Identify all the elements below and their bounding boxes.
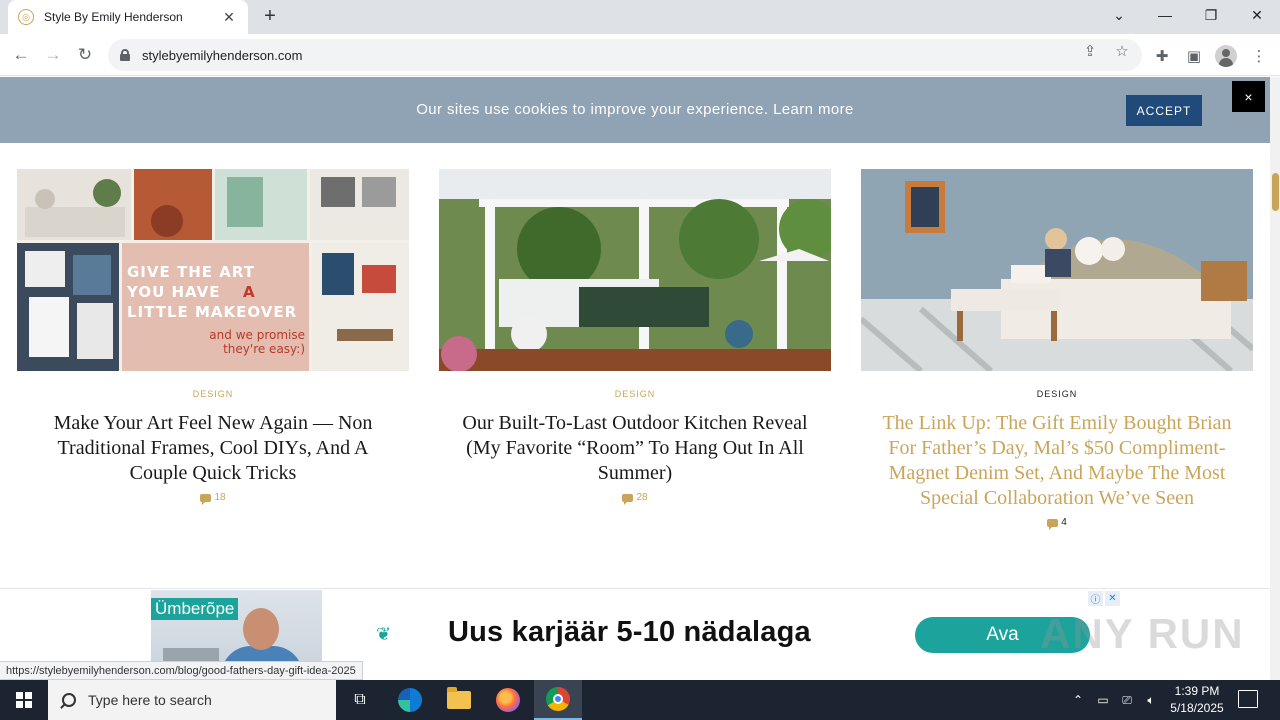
comment-icon	[622, 493, 634, 505]
ad-logo-icon: ❦	[376, 624, 392, 644]
tab-close-icon[interactable]: ✕	[220, 9, 238, 26]
comment-count-value: 18	[214, 492, 226, 503]
collage-line-2: YOU HAVE	[126, 283, 220, 301]
ad-headline[interactable]: Uus karjäär 5-10 nädalaga	[448, 616, 811, 649]
profile-avatar-icon[interactable]	[1215, 45, 1237, 67]
article-card[interactable]: DESIGN Our Built-To-Last Outdoor Kitchen…	[439, 169, 831, 505]
tab-search-chevron-icon[interactable]: ⌄	[1096, 0, 1142, 30]
taskbar-search-placeholder: Type here to search	[88, 692, 212, 708]
collage-line-5: and we promise	[209, 328, 305, 342]
article-card[interactable]: GIVE THE ART YOU HAVE A LITTLE MAKEOVER …	[17, 169, 409, 505]
url-text[interactable]: stylebyemilyhenderson.com	[142, 48, 302, 63]
browser-tab-bar: ◎ Style By Emily Henderson ✕ + ⌄ — ❐ ✕	[0, 0, 1280, 34]
collage-line-4: LITTLE MAKEOVER	[127, 303, 297, 321]
address-bar[interactable]: stylebyemilyhenderson.com	[108, 39, 1142, 71]
firefox-icon	[496, 688, 520, 712]
clock-date: 5/18/2025	[1170, 701, 1224, 715]
search-icon	[62, 693, 76, 707]
comment-icon	[200, 493, 212, 505]
learn-more-link[interactable]: Learn more	[773, 101, 854, 118]
task-view-icon: ⧉	[354, 691, 366, 708]
watermark: ANY RUN	[1040, 610, 1245, 657]
restore-icon[interactable]: ❐	[1188, 0, 1234, 30]
folder-icon	[447, 687, 471, 709]
taskbar-search-box[interactable]: Type here to search	[48, 680, 336, 720]
comment-icon	[1047, 518, 1059, 530]
bedroom-image	[861, 169, 1253, 371]
collage-line-1: GIVE THE ART	[127, 263, 255, 281]
comment-count[interactable]: 18	[17, 492, 409, 505]
article-category[interactable]: DESIGN	[861, 389, 1253, 399]
collage-line-3: A	[243, 283, 255, 301]
page-scrollbar[interactable]	[1270, 77, 1280, 680]
outdoor-kitchen-image	[439, 169, 831, 371]
back-arrow-icon[interactable]: ←	[8, 42, 34, 68]
taskbar: Type here to search ⧉ ⌃ ▭ ⎚ 🔈︎ 1:39 PM 5…	[0, 680, 1280, 720]
chrome-icon	[546, 687, 570, 711]
share-icon[interactable]: ⇪	[1081, 42, 1099, 60]
ad-info-icon[interactable]: ⓘ	[1088, 591, 1103, 606]
browser-toolbar: ← → ↻ stylebyemilyhenderson.com ⇪ ☆ ✚ ▣ …	[0, 34, 1280, 76]
article-title-hovered[interactable]: The Link Up: The Gift Emily Bought Brian…	[877, 411, 1237, 511]
ad-close-icon[interactable]: ✕	[1105, 591, 1120, 606]
notification-icon[interactable]	[1238, 690, 1258, 708]
section-divider	[0, 588, 1270, 589]
side-panel-icon[interactable]: ▣	[1184, 46, 1204, 66]
cookie-banner: Our sites use cookies to improve your ex…	[0, 77, 1270, 143]
firefox-app[interactable]	[484, 680, 532, 720]
task-view-button[interactable]: ⧉	[336, 680, 384, 720]
art-collage-image: GIVE THE ART YOU HAVE A LITTLE MAKEOVER …	[17, 169, 409, 371]
cookie-message: Our sites use cookies to improve your ex…	[416, 101, 769, 118]
windows-logo-icon	[16, 692, 32, 708]
extensions-puzzle-icon[interactable]: ✚	[1152, 46, 1172, 66]
page-viewport: Our sites use cookies to improve your ex…	[0, 77, 1270, 680]
volume-icon[interactable]: 🔈︎	[1143, 692, 1159, 708]
article-category[interactable]: DESIGN	[439, 389, 831, 399]
article-image-bedroom[interactable]	[861, 169, 1253, 371]
forward-arrow-icon[interactable]: →	[40, 42, 66, 68]
scroll-thumb[interactable]	[1272, 173, 1279, 211]
comment-count-value: 28	[636, 492, 648, 503]
article-title[interactable]: Our Built-To-Last Outdoor Kitchen Reveal…	[455, 411, 815, 486]
tray-chevron-up-icon[interactable]: ⌃	[1070, 692, 1086, 708]
reload-icon[interactable]: ↻	[72, 42, 98, 68]
accept-button[interactable]: ACCEPT	[1126, 95, 1202, 126]
ad-brand: Ümberõpe	[151, 598, 239, 620]
system-clock[interactable]: 1:39 PM 5/18/2025	[1160, 683, 1234, 717]
tray-device-icon[interactable]: ▭	[1095, 692, 1111, 708]
menu-kebab-icon[interactable]: ⋮	[1249, 46, 1269, 66]
bookmark-star-icon[interactable]: ☆	[1113, 42, 1131, 60]
clock-time: 1:39 PM	[1174, 684, 1220, 698]
article-image-art-makeover[interactable]: GIVE THE ART YOU HAVE A LITTLE MAKEOVER …	[17, 169, 409, 371]
article-image-outdoor-kitchen[interactable]	[439, 169, 831, 371]
edge-icon	[398, 688, 422, 712]
site-favicon-icon: ◎	[18, 9, 34, 25]
browser-tab[interactable]: ◎ Style By Emily Henderson ✕	[8, 0, 248, 34]
article-card[interactable]: DESIGN The Link Up: The Gift Emily Bough…	[861, 169, 1253, 530]
comment-count-value: 4	[1061, 517, 1067, 528]
window-close-icon[interactable]: ✕	[1234, 0, 1280, 30]
new-tab-icon[interactable]: +	[258, 4, 282, 28]
collage-line-6: they're easy:)	[223, 342, 305, 356]
article-title[interactable]: Make Your Art Feel New Again — Non Tradi…	[33, 411, 393, 486]
comment-count[interactable]: 4	[861, 517, 1253, 530]
cookie-close-button[interactable]: ×	[1232, 81, 1265, 112]
start-button[interactable]	[0, 680, 48, 720]
edge-app[interactable]	[386, 680, 434, 720]
lock-icon[interactable]	[120, 49, 130, 61]
tab-title: Style By Emily Henderson	[44, 10, 183, 24]
article-category[interactable]: DESIGN	[17, 389, 409, 399]
minimize-icon[interactable]: —	[1142, 0, 1188, 30]
chrome-app[interactable]	[534, 680, 582, 720]
network-icon[interactable]: ⎚	[1119, 692, 1135, 708]
file-explorer-app[interactable]	[435, 680, 483, 720]
status-bar-url: https://stylebyemilyhenderson.com/blog/g…	[0, 661, 363, 680]
comment-count[interactable]: 28	[439, 492, 831, 505]
